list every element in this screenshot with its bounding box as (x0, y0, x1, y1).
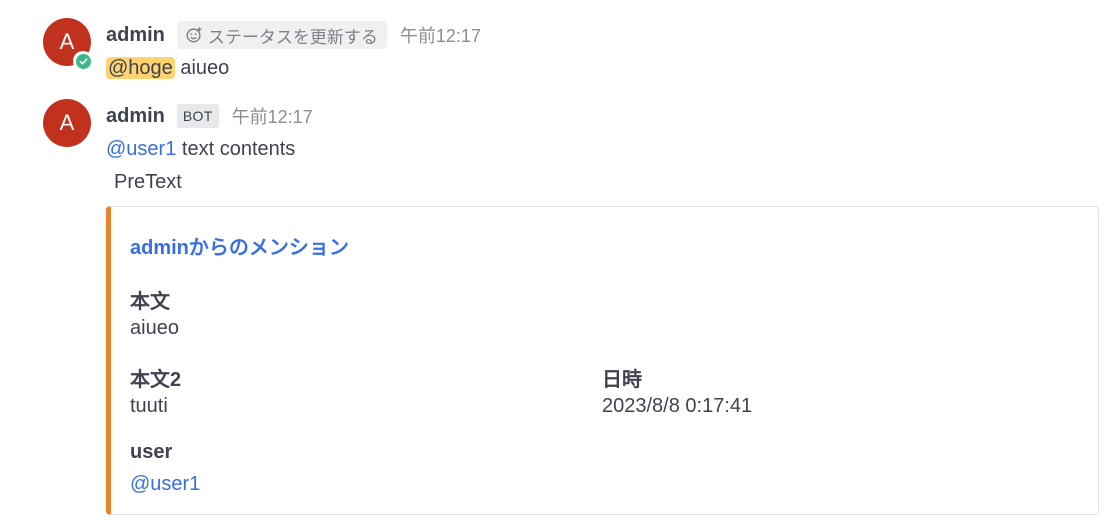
field-label-datetime: 日時 (602, 369, 642, 391)
field-label-user: user (130, 441, 173, 463)
field-label-body2: 本文2 (130, 369, 182, 391)
post-header: admin BOT 午前12:17 (106, 101, 313, 131)
mention-hoge[interactable]: @hoge (106, 57, 175, 79)
field-value-datetime: 2023/8/8 0:17:41 (602, 395, 753, 417)
field-value-body: aiueo (130, 317, 179, 339)
bot-badge: BOT (176, 104, 219, 128)
avatar[interactable]: A (43, 99, 91, 147)
attachment-pretext: PreText (114, 171, 182, 193)
online-status-icon (73, 51, 93, 71)
field-value-user-mention[interactable]: @user1 (130, 473, 200, 496)
message-text: @hoge aiueo (106, 57, 229, 80)
attachment-title: adminからのメンション (130, 237, 349, 259)
field-value-body2: tuuti (130, 395, 168, 417)
post-time[interactable]: 午前12:17 (232, 103, 313, 129)
message-attachment: adminからのメンション 本文 aiueo 本文2 tuuti 日時 2023… (106, 206, 1099, 515)
message-body: aiueo (174, 57, 230, 79)
username[interactable]: admin (106, 24, 165, 47)
username[interactable]: admin (106, 105, 165, 128)
update-status-button[interactable]: ステータスを更新する (176, 21, 387, 49)
update-status-label: ステータスを更新する (207, 27, 378, 47)
field-label-body: 本文 (130, 291, 170, 313)
message-text: @user1 text contents (106, 138, 295, 161)
post-header: admin ステータスを更新する 午前12:17 (106, 20, 481, 50)
post-time[interactable]: 午前12:17 (400, 22, 481, 48)
mention-user1[interactable]: @user1 (106, 138, 176, 160)
message-body: text contents (176, 138, 296, 160)
smile-add-icon (186, 27, 202, 43)
